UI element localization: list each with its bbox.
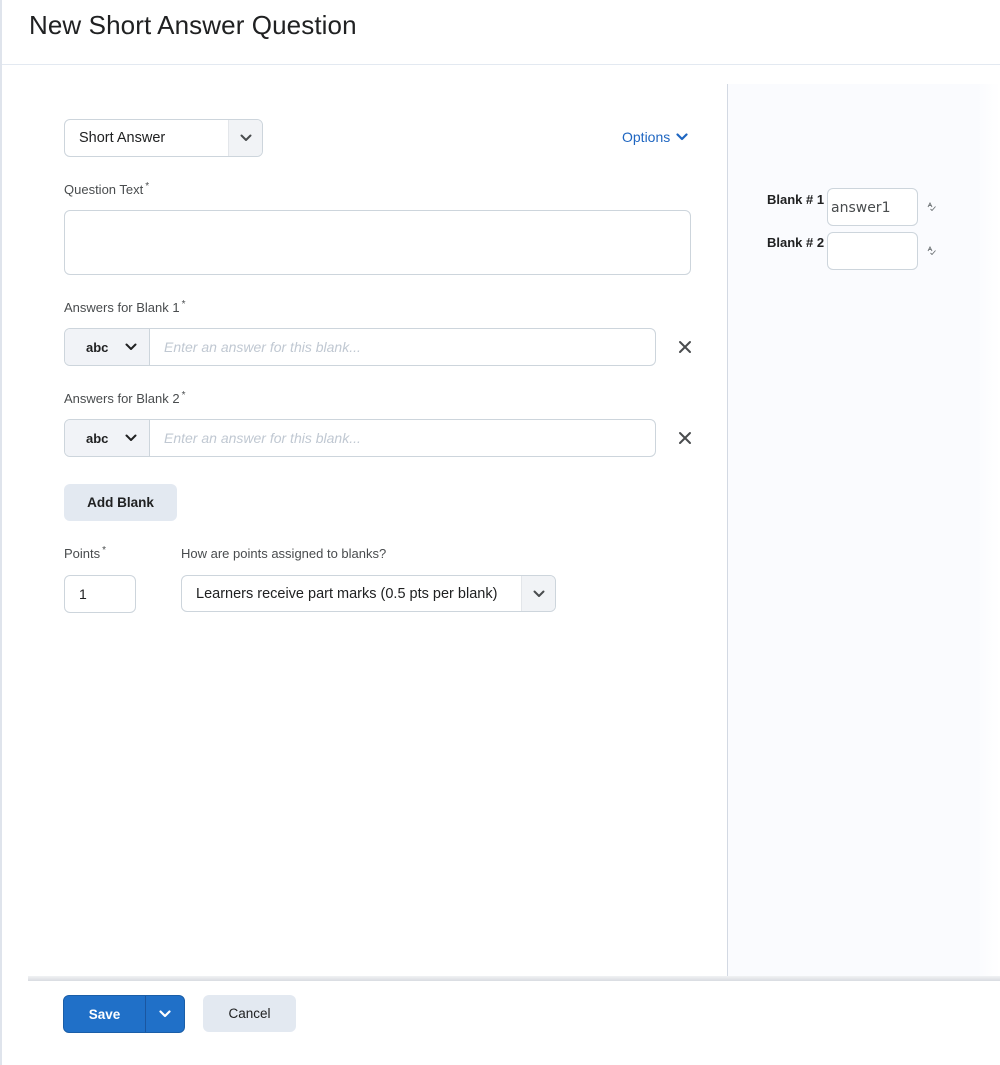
preview-blank-2-label: Blank # 2 — [767, 235, 825, 250]
answer-input-blank-1[interactable] — [150, 329, 655, 365]
answer-row-blank-1: abc — [64, 328, 656, 366]
footer-divider — [28, 976, 1000, 981]
question-text-editor[interactable] — [64, 210, 691, 275]
cancel-button[interactable]: Cancel — [203, 995, 296, 1032]
chevron-down-icon — [125, 434, 137, 441]
chevron-down-icon — [159, 1010, 171, 1018]
preview-panel-fade — [977, 84, 1000, 978]
close-icon[interactable] — [677, 430, 693, 446]
page-title: New Short Answer Question — [29, 10, 357, 40]
points-assignment-select[interactable]: Learners receive part marks (0.5 pts per… — [181, 575, 556, 612]
answer-input-blank-2[interactable] — [150, 420, 655, 456]
preview-blank-2-input[interactable] — [827, 232, 918, 270]
question-type-select[interactable]: Short Answer — [64, 119, 263, 157]
points-assignment-dropdown-toggle[interactable] — [521, 576, 555, 611]
answer-type-select-blank-1[interactable]: abc — [65, 329, 150, 365]
chevron-down-icon — [676, 133, 688, 141]
spellcheck-icon — [927, 246, 936, 255]
chevron-down-icon — [125, 343, 137, 350]
close-icon[interactable] — [677, 339, 693, 355]
answer-row-blank-2: abc — [64, 419, 656, 457]
chevron-down-icon — [533, 590, 544, 597]
page-header: New Short Answer Question — [2, 0, 1000, 65]
answers-blank-2-label: Answers for Blank 2 * — [64, 390, 186, 406]
points-input[interactable] — [64, 575, 136, 613]
required-mark: * — [181, 390, 186, 401]
preview-blank-1-input[interactable] — [827, 188, 918, 226]
spellcheck-icon — [927, 202, 936, 211]
save-options-button[interactable] — [146, 996, 184, 1032]
question-type-value: Short Answer — [79, 130, 166, 146]
question-text-label: Question Text * — [64, 181, 150, 197]
answer-type-select-blank-2[interactable]: abc — [65, 420, 150, 456]
options-toggle[interactable]: Options — [622, 129, 688, 145]
question-type-dropdown-toggle[interactable] — [228, 120, 262, 156]
options-label: Options — [622, 129, 671, 145]
answer-type-value: abc — [86, 430, 109, 446]
points-assignment-value: Learners receive part marks (0.5 pts per… — [196, 585, 498, 602]
left-edge-border — [0, 0, 2, 1065]
answers-blank-1-label: Answers for Blank 1 * — [64, 299, 186, 315]
add-blank-button[interactable]: Add Blank — [64, 484, 177, 521]
required-mark: * — [102, 545, 107, 556]
save-button-group: Save — [63, 995, 185, 1033]
required-mark: * — [145, 181, 150, 192]
preview-blank-1-label: Blank # 1 — [767, 192, 825, 207]
save-button[interactable]: Save — [64, 996, 146, 1032]
chevron-down-icon — [240, 134, 251, 141]
points-assignment-label: How are points assigned to blanks? — [181, 546, 387, 561]
required-mark: * — [181, 299, 186, 310]
answer-type-value: abc — [86, 339, 109, 355]
points-label: Points * — [64, 545, 107, 561]
